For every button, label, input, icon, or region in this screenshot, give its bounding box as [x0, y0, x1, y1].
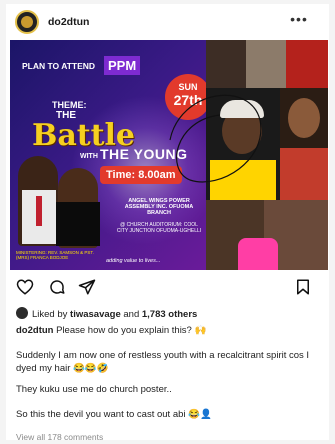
- caption-author[interactable]: do2dtun: [16, 325, 53, 336]
- collage-pink-outfit: [238, 238, 278, 270]
- poster-church-name: ANGEL WINGS POWER ASSEMBLY INC. OFUOMA B…: [124, 198, 194, 216]
- more-horizontal-icon[interactable]: •••: [288, 12, 310, 26]
- avatar-image: [21, 16, 33, 28]
- comment-icon[interactable]: [48, 278, 66, 296]
- post-caption: do2dtun Please how do you explain this? …: [16, 324, 322, 337]
- poster-pastor-tie: [36, 196, 42, 226]
- view-comments-link[interactable]: View all 178 comments: [16, 431, 322, 444]
- instagram-post-card: do2dtun ••• PLAN TO ATTEND PPM THEME: TH…: [6, 4, 329, 442]
- post-header: do2dtun •••: [6, 4, 329, 40]
- caption-text: Please how do you explain this? 🙌: [53, 325, 207, 336]
- liker-username[interactable]: tiwasavage: [70, 309, 121, 320]
- likes-count[interactable]: 1,783 others: [142, 309, 197, 320]
- collage-tile: [280, 148, 328, 200]
- caption-paragraph: They kuku use me do church poster..: [16, 384, 172, 395]
- poster-pastor-dress: [56, 202, 100, 246]
- poster-title-with: WITH: [80, 153, 98, 160]
- caption-paragraph: So this the devil you want to cast out a…: [16, 409, 212, 420]
- likes-summary[interactable]: Liked by tiwasavage and 1,783 others: [16, 307, 197, 321]
- poster-plan-text: PLAN TO ATTEND: [22, 61, 96, 71]
- liker-avatar: [16, 307, 28, 319]
- poster-footer: adding value to lives...: [106, 258, 161, 264]
- poster-church-address: @ CHURCH AUDITORIUM: COOL CITY JUNCTION …: [116, 222, 202, 234]
- collage-tile: [286, 40, 328, 88]
- post-actions: [6, 274, 329, 302]
- likes-middle: and: [120, 309, 142, 320]
- post-image[interactable]: PLAN TO ATTEND PPM THEME: THE Battle WIT…: [10, 40, 328, 270]
- heart-icon[interactable]: [16, 278, 34, 296]
- post-username[interactable]: do2dtun: [48, 16, 89, 28]
- poster-theme-label: THEME:: [52, 100, 87, 110]
- likes-prefix: Liked by: [32, 309, 71, 320]
- share-icon[interactable]: [78, 278, 96, 296]
- poster-scribble: [169, 94, 262, 183]
- caption-paragraph: Suddenly I am now one of restless youth …: [16, 350, 310, 374]
- bookmark-icon[interactable]: [294, 278, 312, 296]
- profile-avatar[interactable]: [15, 10, 39, 34]
- collage-girl-face: [288, 98, 320, 138]
- poster-ministering: MINISTERING: REV. SAMSON & PST. (MRS) FR…: [16, 250, 94, 260]
- poster-ppm-badge: PPM: [104, 56, 141, 75]
